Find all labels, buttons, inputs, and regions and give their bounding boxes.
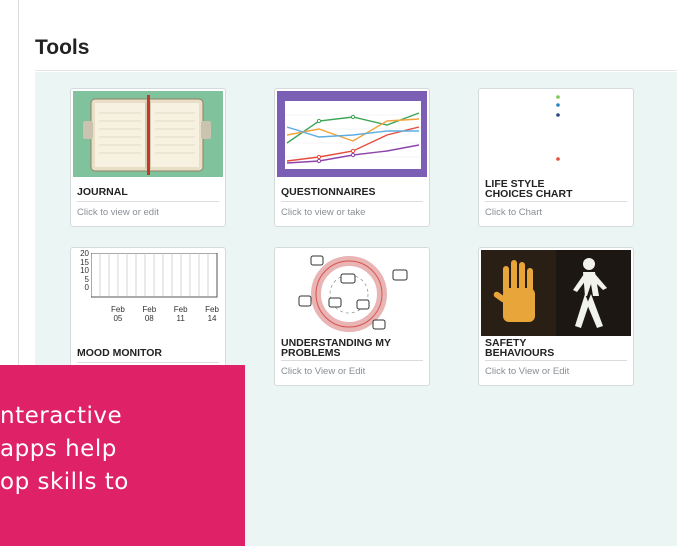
card-divider [281,360,423,361]
card-subtitle: Click to Chart [485,207,543,218]
crossing-signal-icon [481,250,631,336]
y-tick: 0 [84,283,89,292]
x-tick: Feb 08 [142,305,157,323]
dot-chart-icon [481,91,631,177]
card-subtitle: Click to View or Edit [281,366,366,377]
tool-card-journal[interactable]: JOURNAL Click to view or edit [70,88,226,227]
card-title: MOOD MONITOR [77,347,162,359]
x-tick: Feb 11 [173,305,188,323]
card-title: SAFETY BEHAVIOURS [485,337,555,359]
tool-card-life-style-choices-chart[interactable]: LIFE STYLE CHOICES CHART Click to Chart [478,88,634,227]
card-divider [281,201,423,202]
card-subtitle: Click to view or take [281,207,366,218]
tool-card-questionnaires[interactable]: QUESTIONNAIRES Click to view or take [274,88,430,227]
journal-book-icon [73,91,223,177]
tool-card-safety-behaviours[interactable]: SAFETY BEHAVIOURS Click to View or Edit [478,247,634,386]
cycle-diagram-icon [277,250,427,336]
card-title: UNDERSTANDING MY PROBLEMS [281,337,392,359]
card-subtitle: Click to view or edit [77,207,159,218]
line-chart-icon [277,91,427,177]
x-tick: Feb 05 [111,305,125,323]
card-title: QUESTIONNAIRES [281,186,376,198]
title-divider [35,70,677,71]
page-title: Tools [35,36,90,59]
card-divider [485,360,627,361]
card-divider [77,201,219,202]
card-divider [77,362,219,363]
card-divider [485,201,627,202]
card-title: LIFE STYLE CHOICES CHART [485,178,573,200]
promo-overlay-text: nteractive apps help op skills to [0,403,129,495]
card-title: JOURNAL [77,186,128,198]
card-subtitle: Click to View or Edit [485,366,570,377]
x-tick: Feb 14 [205,305,219,323]
mood-chart-icon: 20 15 10 5 0 Feb 05 Feb 08 Feb 11 Feb 14 [73,250,223,336]
tool-card-understanding-my-problems[interactable]: UNDERSTANDING MY PROBLEMS Click to View … [274,247,430,386]
